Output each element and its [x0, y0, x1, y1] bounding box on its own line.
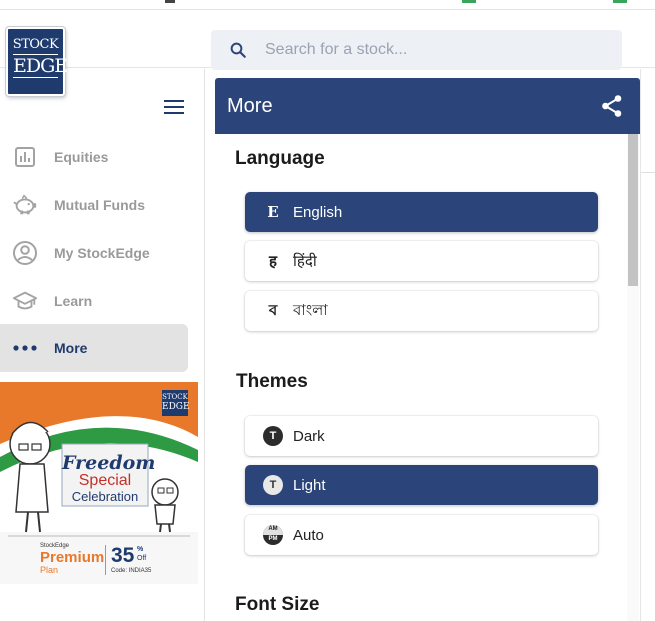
stockedge-logo[interactable]: STOCK EDGE — [6, 27, 68, 96]
graduation-cap-icon — [12, 288, 38, 314]
themes-section-title: Themes — [236, 371, 308, 392]
language-section-title: Language — [235, 148, 325, 169]
devanagari-letter-icon: ह — [269, 252, 277, 270]
sidebar-item-label: My StockEdge — [54, 245, 150, 261]
banner-discount: 35 — [111, 544, 135, 567]
bar-chart-icon — [12, 144, 38, 170]
option-label: हिंदी — [293, 253, 317, 270]
theme-option-dark[interactable]: T Dark — [245, 416, 598, 456]
banner-logo-text: STOCK — [162, 393, 188, 401]
logo-text-bottom: EDGE — [13, 54, 68, 78]
sidebar-item-learn[interactable]: Learn — [0, 277, 188, 325]
search-bar[interactable] — [211, 30, 622, 70]
browser-strip-mark — [165, 0, 175, 3]
banner-code: Code: INDIA35 — [111, 568, 152, 574]
option-label: Auto — [293, 526, 324, 544]
sidebar-item-label: Equities — [54, 149, 109, 165]
divider — [641, 172, 655, 173]
dark-theme-icon: T — [263, 426, 283, 446]
app-header — [0, 10, 655, 70]
sidebar-item-label: Mutual Funds — [54, 197, 145, 213]
banner-headline-2: Special — [78, 472, 132, 489]
banner-percent: % — [137, 546, 144, 553]
sidebar-item-equities[interactable]: Equities — [0, 133, 188, 181]
bengali-letter-icon: ব — [268, 300, 278, 319]
banner-headline-1: Freedom — [62, 452, 156, 474]
option-label: English — [293, 203, 343, 221]
banner-plan: Plan — [40, 565, 59, 575]
language-option-hindi[interactable]: ह हिंदी — [245, 241, 598, 281]
panel-header: More — [215, 78, 640, 134]
sidebar: Equities Mutual Funds My StockEdge Learn… — [0, 69, 205, 621]
language-option-bengali[interactable]: ব বাংলা — [245, 291, 598, 331]
search-input[interactable] — [265, 30, 605, 70]
banner-off: Off — [137, 555, 147, 562]
font-size-section-title: Font Size — [235, 594, 320, 615]
user-circle-icon — [12, 240, 38, 266]
sidebar-item-label: More — [54, 340, 88, 356]
option-label: Dark — [293, 427, 325, 445]
panel-body: Language E English ह हिंदी ব বাংলা Theme… — [215, 134, 640, 621]
panel-title: More — [227, 95, 273, 117]
theme-option-light[interactable]: T Light — [245, 465, 598, 505]
light-theme-icon: T — [263, 475, 283, 495]
browser-top-strip — [0, 0, 655, 10]
search-icon — [230, 42, 246, 58]
sidebar-item-more[interactable]: More — [0, 324, 188, 372]
more-panel: More Language E English ह हिंदी ব বাংলা … — [215, 78, 640, 621]
auto-theme-icon: AM PM — [263, 525, 283, 545]
banner-headline-3: Celebration — [71, 489, 139, 504]
scrollbar-thumb[interactable] — [628, 134, 638, 286]
sidebar-item-my-stockedge[interactable]: My StockEdge — [0, 229, 188, 277]
browser-strip-mark — [462, 0, 476, 3]
logo-text-top: STOCK — [12, 37, 59, 52]
banner-logo-text: EDGE — [162, 402, 190, 412]
sidebar-item-label: Learn — [54, 293, 93, 309]
piggy-bank-icon — [12, 192, 38, 218]
language-option-english[interactable]: E English — [245, 192, 598, 232]
hamburger-menu-icon[interactable] — [164, 100, 184, 116]
banner-divider — [105, 545, 106, 575]
sidebar-item-mutual-funds[interactable]: Mutual Funds — [0, 181, 188, 229]
more-dots-icon — [12, 335, 38, 361]
browser-strip-mark — [613, 0, 627, 3]
option-label: বাংলা — [293, 301, 328, 319]
letter-e-icon: E — [267, 203, 279, 221]
option-label: Light — [293, 476, 326, 494]
right-edge-panel — [640, 69, 655, 621]
promo-banner[interactable]: STOCK EDGE Freedom Special Celebration S… — [0, 382, 198, 584]
banner-premium: Premium — [40, 549, 105, 566]
share-icon[interactable] — [601, 94, 623, 118]
theme-option-auto[interactable]: AM PM Auto — [245, 515, 598, 555]
